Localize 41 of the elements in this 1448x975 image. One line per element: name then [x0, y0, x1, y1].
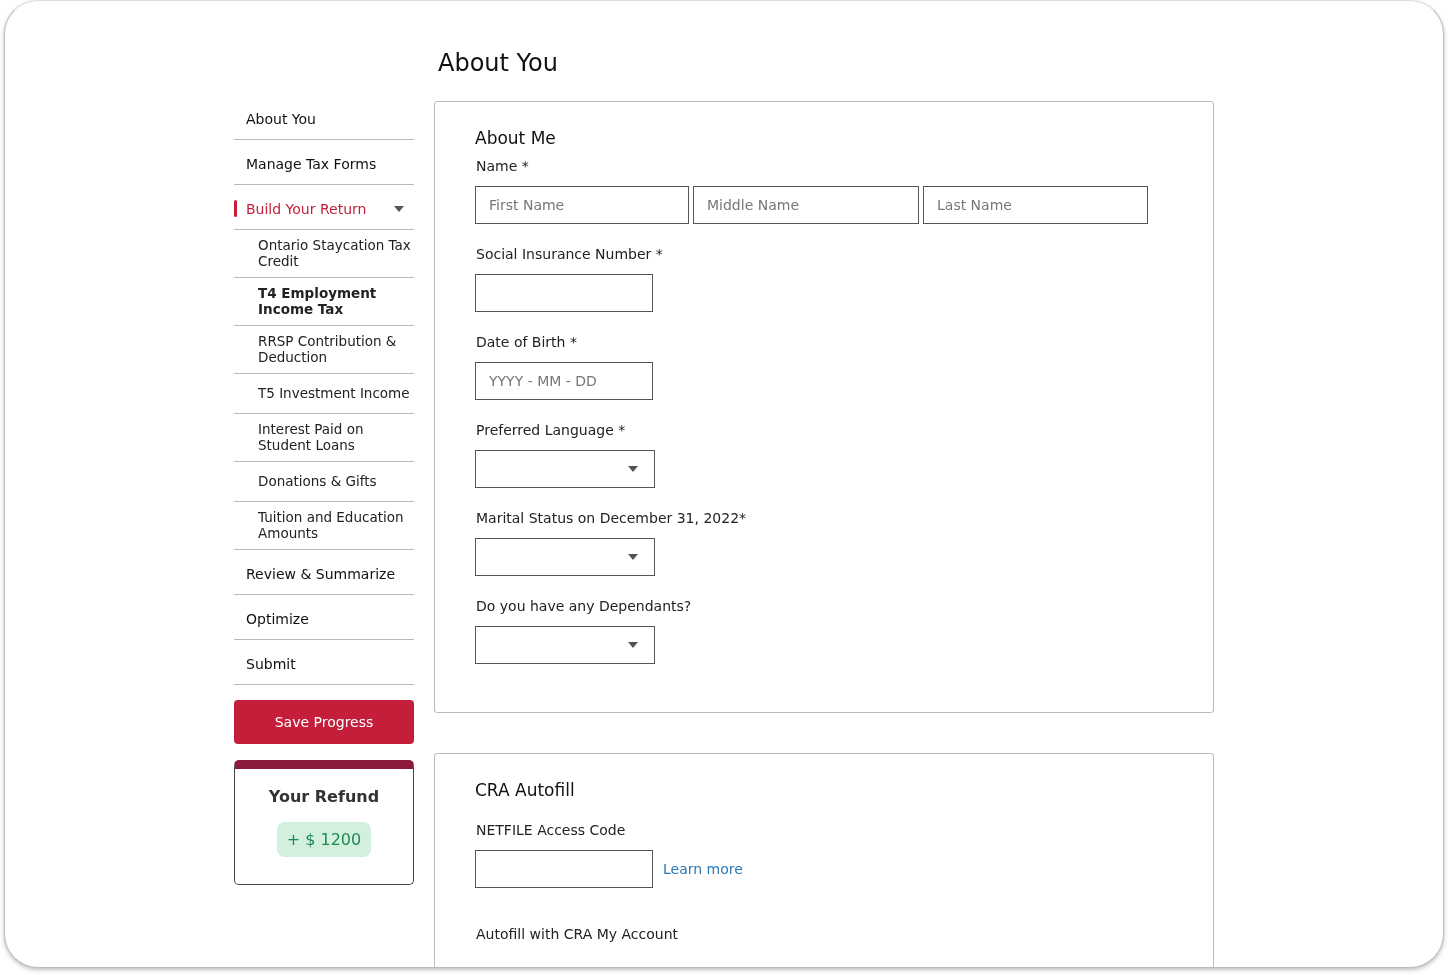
name-field[interactable]: Middle Name [693, 186, 919, 224]
sidebar-subitem[interactable]: Interest Paid on Student Loans [234, 414, 414, 463]
save-progress-button[interactable]: Save Progress [234, 700, 414, 745]
caret-icon [628, 466, 638, 472]
caret-icon [628, 642, 638, 648]
page-title: About You [438, 49, 559, 79]
field-label: NETFILE Access Code [476, 822, 627, 838]
refund-amount: + $ 1200 [276, 822, 372, 858]
field-label: Social Insurance Number * [476, 246, 664, 262]
sidebar-subitem[interactable]: RRSP Contribution & Deduction [234, 326, 414, 375]
name-field[interactable]: First Name [475, 186, 689, 224]
sidebar-subitem[interactable]: T4 Employment Income Tax [234, 278, 414, 327]
active-indicator [234, 200, 237, 217]
field-label: Preferred Language * [476, 422, 627, 438]
field-label: Date of Birth * [476, 334, 578, 350]
sidebar-item[interactable]: Build Your Return [234, 185, 414, 230]
sidebar-item[interactable]: Submit [234, 640, 414, 686]
input-field[interactable]: YYYY - MM - DD [475, 362, 653, 400]
refund-title: Your Refund [268, 787, 380, 807]
sidebar-subitem[interactable]: Donations & Gifts [234, 462, 414, 503]
card-title: CRA Autofill [475, 780, 576, 800]
sidebar-subitem[interactable]: Tuition and Education Amounts [234, 502, 414, 551]
sidebar-item[interactable]: About You [234, 95, 414, 140]
name-field[interactable]: Last Name [923, 186, 1148, 224]
card-title: About Me [475, 128, 557, 148]
field-label: Name * [476, 158, 530, 174]
input-field[interactable] [475, 274, 653, 312]
section-label: Autofill with CRA My Account [476, 926, 679, 942]
dropdown-field[interactable] [475, 450, 655, 488]
dropdown-field[interactable] [475, 626, 655, 664]
input-field[interactable] [475, 850, 653, 888]
sidebar-item[interactable]: Optimize [234, 595, 414, 641]
dropdown-field[interactable] [475, 538, 655, 576]
caret-icon [628, 554, 638, 560]
field-label: Marital Status on December 31, 2022* [476, 510, 748, 526]
sidebar-subitem[interactable]: Ontario Staycation Tax Credit [234, 230, 414, 279]
sidebar-item[interactable]: Manage Tax Forms [234, 140, 414, 185]
learn-more-link[interactable]: Learn more [663, 861, 743, 877]
field-label: Do you have any Dependants? [476, 598, 693, 614]
sidebar-item[interactable]: Review & Summarize [234, 550, 414, 596]
sidebar-subitem[interactable]: T5 Investment Income [234, 374, 414, 415]
